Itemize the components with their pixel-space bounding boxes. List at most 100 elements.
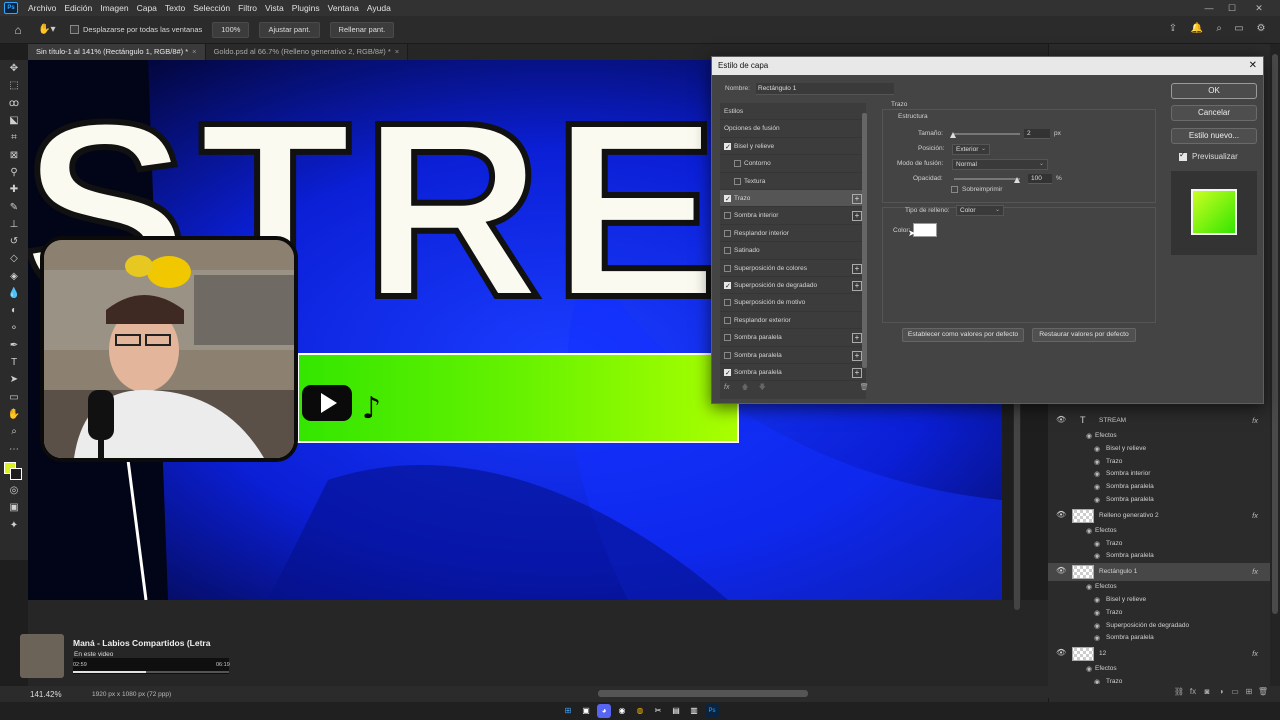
document-tab[interactable]: Goldo.psd al 66.7% (Relleno generativo 2… bbox=[205, 44, 409, 60]
add-effect-icon[interactable]: + bbox=[852, 263, 862, 274]
layer-name[interactable]: STREAM bbox=[1099, 417, 1126, 424]
effects-row[interactable]: ◉ Efectos bbox=[1048, 581, 1270, 594]
document-tab[interactable]: Sin título-1 al 141% (Rectángulo 1, RGB/… bbox=[28, 44, 206, 60]
style-checkbox[interactable] bbox=[724, 316, 731, 324]
effects-row[interactable]: ◉ Efectos bbox=[1048, 430, 1270, 443]
zoom-tool-icon[interactable]: ⌕ bbox=[0, 423, 28, 440]
right-scroll-thumb[interactable] bbox=[1272, 54, 1278, 614]
add-effect-icon[interactable]: + bbox=[852, 333, 862, 344]
brush-tool-icon[interactable]: ✎ bbox=[0, 198, 28, 215]
menu-item[interactable]: Filtro bbox=[234, 3, 261, 13]
history-brush-tool-icon[interactable]: ↺ bbox=[0, 233, 28, 250]
style-row[interactable]: Opciones de fusión bbox=[720, 120, 866, 138]
fill-screen-button[interactable]: Rellenar pant. bbox=[329, 21, 395, 38]
new-style-button[interactable]: Estilo nuevo... bbox=[1171, 128, 1257, 144]
effect-visibility-icon[interactable]: ◉ bbox=[1094, 596, 1100, 604]
opacity-slider[interactable] bbox=[954, 178, 1020, 180]
minimize-button[interactable]: — bbox=[1202, 1, 1216, 15]
style-row[interactable]: Superposición de colores + bbox=[720, 260, 866, 277]
generative-icon[interactable]: ✦ bbox=[0, 516, 28, 533]
home-icon[interactable]: ⌂ bbox=[10, 22, 26, 38]
effect-visibility-icon[interactable]: ◉ bbox=[1094, 622, 1100, 630]
color-swatches[interactable] bbox=[0, 458, 28, 482]
effect-visibility-icon[interactable]: ◉ bbox=[1094, 496, 1100, 504]
sponge-tool-icon[interactable]: ⚬ bbox=[0, 319, 28, 336]
preview-checkbox-box[interactable] bbox=[1179, 150, 1187, 161]
fx-icon[interactable]: fx bbox=[1252, 649, 1258, 658]
effect-row[interactable]: ◉ Sombra paralela bbox=[1048, 494, 1270, 507]
move-down-icon[interactable]: 🡇 bbox=[759, 384, 766, 391]
document-info[interactable]: 1920 px x 1080 px (72 ppp) bbox=[92, 691, 171, 698]
add-effect-icon[interactable]: + bbox=[852, 211, 862, 222]
group-icon[interactable]: ▭ bbox=[1228, 687, 1242, 696]
menu-item[interactable]: Edición bbox=[60, 3, 96, 13]
style-checkbox[interactable] bbox=[734, 177, 741, 185]
bell-icon[interactable]: 🔔 bbox=[1190, 23, 1204, 37]
checkbox-box[interactable] bbox=[70, 25, 79, 34]
dialog-titlebar[interactable]: Estilo de capa ✕ bbox=[712, 57, 1263, 75]
menu-item[interactable]: Vista bbox=[261, 3, 288, 13]
object-select-tool-icon[interactable]: ⬕ bbox=[0, 112, 28, 129]
opacity-slider-knob[interactable] bbox=[1014, 177, 1020, 183]
style-row[interactable]: Sombra paralela + bbox=[720, 364, 866, 382]
scroll-thumb[interactable] bbox=[1014, 400, 1020, 610]
style-row[interactable]: Contorno bbox=[720, 155, 866, 173]
visibility-eye-icon[interactable]: 👁 bbox=[1056, 415, 1066, 424]
fit-screen-button[interactable]: Ajustar pant. bbox=[259, 21, 320, 38]
layer-name[interactable]: 12 bbox=[1099, 650, 1106, 657]
effect-row[interactable]: ◉ Sombra interior bbox=[1048, 468, 1270, 481]
layer-row[interactable]: 👁 Relleno generativo 2 fx bbox=[1048, 507, 1270, 525]
cancel-button[interactable]: Cancelar bbox=[1171, 105, 1257, 121]
menu-item[interactable]: Ayuda bbox=[363, 3, 395, 13]
pen-tool-icon[interactable]: ✒ bbox=[0, 337, 28, 354]
effect-visibility-icon[interactable]: ◉ bbox=[1086, 432, 1092, 440]
effect-visibility-icon[interactable]: ◉ bbox=[1094, 470, 1100, 478]
discord-icon[interactable]: ◕ bbox=[597, 704, 611, 718]
layer-thumbnail[interactable] bbox=[1072, 565, 1094, 580]
style-checkbox[interactable] bbox=[724, 334, 731, 342]
more-tools-icon[interactable]: ⋯ bbox=[0, 441, 28, 458]
close-icon[interactable]: ✕ bbox=[1249, 57, 1257, 75]
add-effect-icon[interactable]: + bbox=[852, 281, 862, 291]
effect-visibility-icon[interactable]: ◉ bbox=[1094, 458, 1100, 466]
effects-row[interactable]: ◉ Efectos bbox=[1048, 663, 1270, 676]
adjustment-icon[interactable]: ◑ bbox=[1214, 687, 1228, 696]
effect-row[interactable]: ◉ Bisel y relieve bbox=[1048, 594, 1270, 607]
trash-icon[interactable]: 🗑 bbox=[1256, 687, 1270, 696]
reset-default-button[interactable]: Restaurar valores por defecto bbox=[1032, 328, 1136, 342]
add-effect-icon[interactable]: + bbox=[852, 194, 862, 204]
effect-visibility-icon[interactable]: ◉ bbox=[1086, 665, 1092, 673]
layer-name[interactable]: Rectángulo 1 bbox=[1099, 568, 1137, 575]
style-checkbox[interactable] bbox=[724, 278, 731, 295]
style-row[interactable]: Superposición de degradado + bbox=[720, 277, 866, 295]
effect-row[interactable]: ◉ Trazo bbox=[1048, 607, 1270, 620]
size-input[interactable]: 2 bbox=[1024, 129, 1050, 139]
style-row[interactable]: Textura bbox=[720, 173, 866, 190]
style-row[interactable]: Bisel y relieve bbox=[720, 138, 866, 156]
effect-row[interactable]: ◉ Superposición de degradado bbox=[1048, 620, 1270, 633]
blur-tool-icon[interactable]: 💧 bbox=[0, 285, 28, 302]
screen-mode-icon[interactable]: ▣ bbox=[0, 499, 28, 516]
layer-thumbnail[interactable] bbox=[1072, 647, 1094, 662]
style-row[interactable]: Sombra paralela + bbox=[720, 329, 866, 347]
close-window-button[interactable]: ✕ bbox=[1252, 1, 1266, 15]
horizontal-scrollbar[interactable] bbox=[598, 690, 808, 697]
style-checkbox[interactable] bbox=[734, 160, 741, 168]
delete-effect-icon[interactable]: 🗑 bbox=[860, 384, 869, 391]
hand-tool-icon[interactable]: ✋ bbox=[0, 406, 28, 423]
marquee-tool-icon[interactable]: ⬚ bbox=[0, 77, 28, 94]
visibility-eye-icon[interactable]: 👁 bbox=[1056, 648, 1066, 657]
settings-icon[interactable]: ⚙ bbox=[1254, 23, 1268, 37]
fx-icon[interactable]: fx bbox=[1252, 567, 1258, 576]
style-checkbox[interactable] bbox=[724, 191, 731, 208]
chrome-icon[interactable]: ◍ bbox=[633, 704, 647, 718]
eraser-tool-icon[interactable]: ◇ bbox=[0, 250, 28, 267]
blend-mode-dropdown[interactable]: Normal ⌄ bbox=[952, 159, 1048, 170]
style-checkbox[interactable] bbox=[724, 351, 731, 359]
effect-visibility-icon[interactable]: ◉ bbox=[1094, 540, 1100, 548]
layer-row[interactable]: 👁 Rectángulo 1 fx bbox=[1048, 563, 1270, 582]
menu-item[interactable]: Capa bbox=[133, 3, 161, 13]
frame-tool-icon[interactable]: ⊠ bbox=[0, 146, 28, 163]
maximize-button[interactable]: ☐ bbox=[1225, 1, 1239, 15]
zoom-level[interactable]: 141.42% bbox=[30, 690, 70, 699]
